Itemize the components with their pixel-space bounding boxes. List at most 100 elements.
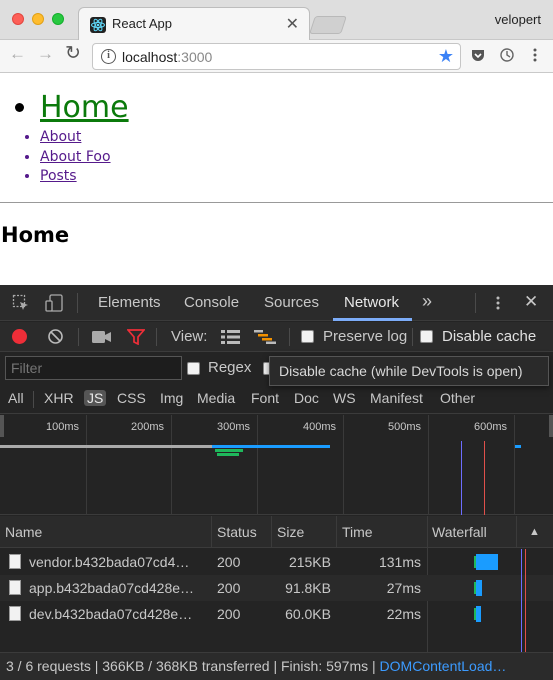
- timeline-tick: 300ms: [217, 421, 251, 433]
- clear-icon[interactable]: [47, 328, 64, 345]
- request-name[interactable]: dev.b432bada07cd428e…: [29, 606, 192, 622]
- request-row[interactable]: dev.b432bada07cd428e… 200 60.0KB 22ms: [0, 601, 553, 627]
- filter-input[interactable]: [5, 356, 182, 380]
- type-filter-doc[interactable]: Doc: [294, 390, 319, 406]
- nav-link-about[interactable]: About: [40, 129, 81, 145]
- profile-name[interactable]: velopert: [495, 12, 541, 27]
- bookmark-star-icon[interactable]: ★: [438, 46, 454, 67]
- sort-ascending-icon[interactable]: ▲: [529, 526, 540, 538]
- type-filter-xhr[interactable]: XHR: [44, 390, 74, 406]
- summary-text: 3 / 6 requests | 366KB / 368KB transferr…: [6, 658, 380, 674]
- tab-close-icon[interactable]: ✕: [286, 14, 299, 34]
- tab-sources[interactable]: Sources: [264, 294, 319, 311]
- column-time[interactable]: Time: [342, 524, 373, 540]
- filter-funnel-icon[interactable]: [127, 329, 145, 345]
- tab-network[interactable]: Network: [344, 294, 399, 311]
- overview-right-handle[interactable]: [549, 415, 553, 437]
- url-text[interactable]: localhost:3000: [122, 49, 212, 65]
- request-name[interactable]: vendor.b432bada07cd4…: [29, 554, 189, 570]
- load-event-line: [525, 549, 526, 652]
- forward-arrow-icon[interactable]: →: [37, 44, 54, 64]
- type-filter-manifest[interactable]: Manifest: [370, 390, 423, 406]
- request-status: 200: [217, 606, 241, 622]
- chrome-menu-icon[interactable]: [527, 47, 543, 63]
- disable-cache-tooltip: Disable cache (while DevTools is open): [269, 356, 549, 386]
- overview-gridline: [257, 415, 258, 515]
- browser-tab[interactable]: React App ✕: [78, 7, 310, 41]
- network-overview[interactable]: 100ms 200ms 300ms 400ms 500ms 600ms: [0, 415, 553, 515]
- toolbar-separator: [156, 328, 157, 346]
- nav-item-posts: Posts: [40, 167, 129, 187]
- request-name[interactable]: app.b432bada07cd428e…: [29, 580, 194, 596]
- toolbar-separator: [289, 328, 290, 346]
- type-separator: [33, 391, 34, 408]
- new-tab-button[interactable]: [309, 16, 347, 34]
- timer-extension-icon[interactable]: [499, 47, 515, 63]
- capture-screenshots-icon[interactable]: [92, 330, 112, 344]
- overview-gridline: [343, 415, 344, 515]
- back-arrow-icon[interactable]: ←: [9, 44, 26, 64]
- overview-waterfall-icon[interactable]: [254, 330, 276, 344]
- column-size[interactable]: Size: [277, 524, 304, 540]
- column-waterfall[interactable]: Waterfall: [432, 524, 487, 540]
- toolbar-separator: [78, 328, 79, 346]
- info-icon[interactable]: i: [101, 49, 116, 64]
- type-filter-other[interactable]: Other: [440, 390, 475, 406]
- nav-item-home: Home: [40, 88, 129, 128]
- column-status[interactable]: Status: [217, 524, 257, 540]
- regex-checkbox[interactable]: [187, 362, 200, 375]
- requests-table-header: Name Status Size Time Waterfall ▲: [0, 516, 553, 548]
- address-bar[interactable]: i localhost:3000 ★: [92, 43, 461, 70]
- large-rows-icon[interactable]: [221, 330, 240, 344]
- nav-link-about-foo[interactable]: About Foo: [40, 149, 111, 165]
- tab-title: React App: [112, 16, 172, 31]
- inspect-element-icon[interactable]: [12, 294, 30, 312]
- waterfall-bar: [476, 554, 498, 570]
- zoom-window-button[interactable]: [52, 13, 64, 25]
- nav-link-home[interactable]: Home: [40, 90, 129, 125]
- devtools-panel: Elements Console Sources Network » ✕ Vie…: [0, 285, 553, 680]
- type-filter-js[interactable]: JS: [84, 390, 107, 406]
- browser-toolbar: ← → ↻ i localhost:3000 ★: [0, 40, 553, 73]
- timeline-tick: 600ms: [474, 421, 508, 433]
- type-filter-img[interactable]: Img: [160, 390, 183, 406]
- devtools-tabbar: Elements Console Sources Network » ✕: [0, 285, 553, 321]
- column-name[interactable]: Name: [5, 524, 42, 540]
- request-status: 200: [217, 554, 241, 570]
- waterfall-bar: [476, 606, 481, 622]
- network-summary-bar: 3 / 6 requests | 366KB / 368KB transferr…: [0, 652, 553, 680]
- tab-elements[interactable]: Elements: [98, 294, 161, 311]
- overview-gridline: [428, 415, 429, 515]
- reload-icon[interactable]: ↻: [65, 42, 81, 65]
- preserve-log-label: Preserve log: [323, 328, 408, 345]
- type-filter-ws[interactable]: WS: [333, 390, 356, 406]
- device-toolbar-icon[interactable]: [44, 293, 64, 313]
- page-heading: Home: [1, 223, 70, 247]
- tab-console[interactable]: Console: [184, 294, 239, 311]
- record-button[interactable]: [12, 329, 27, 344]
- type-filter-font[interactable]: Font: [251, 390, 279, 406]
- devtools-menu-icon[interactable]: [490, 295, 506, 311]
- timeline-tick: 200ms: [131, 421, 165, 433]
- nav-link-posts[interactable]: Posts: [40, 168, 77, 184]
- more-tabs-icon[interactable]: »: [422, 291, 432, 312]
- type-filter-css[interactable]: CSS: [117, 390, 146, 406]
- dom-content-loaded-link[interactable]: DOMContentLoad…: [380, 658, 507, 674]
- request-size: 60.0KB: [285, 606, 331, 622]
- preserve-log-checkbox[interactable]: [301, 330, 314, 343]
- react-logo-icon: [90, 17, 106, 33]
- type-filter-all[interactable]: All: [8, 390, 24, 406]
- timeline-tick: 400ms: [303, 421, 337, 433]
- disable-cache-checkbox[interactable]: [420, 330, 433, 343]
- network-toolbar: View: Preserve log Disable cache: [0, 322, 553, 352]
- close-window-button[interactable]: [12, 13, 24, 25]
- overview-left-handle[interactable]: [0, 415, 4, 437]
- file-icon: [9, 580, 21, 595]
- pocket-icon[interactable]: [470, 47, 486, 63]
- close-devtools-icon[interactable]: ✕: [524, 292, 538, 312]
- toolbar-separator: [77, 293, 78, 313]
- type-filter-media[interactable]: Media: [197, 390, 235, 406]
- request-row[interactable]: vendor.b432bada07cd4… 200 215KB 131ms: [0, 549, 553, 575]
- request-row[interactable]: app.b432bada07cd428e… 200 91.8KB 27ms: [0, 575, 553, 601]
- minimize-window-button[interactable]: [32, 13, 44, 25]
